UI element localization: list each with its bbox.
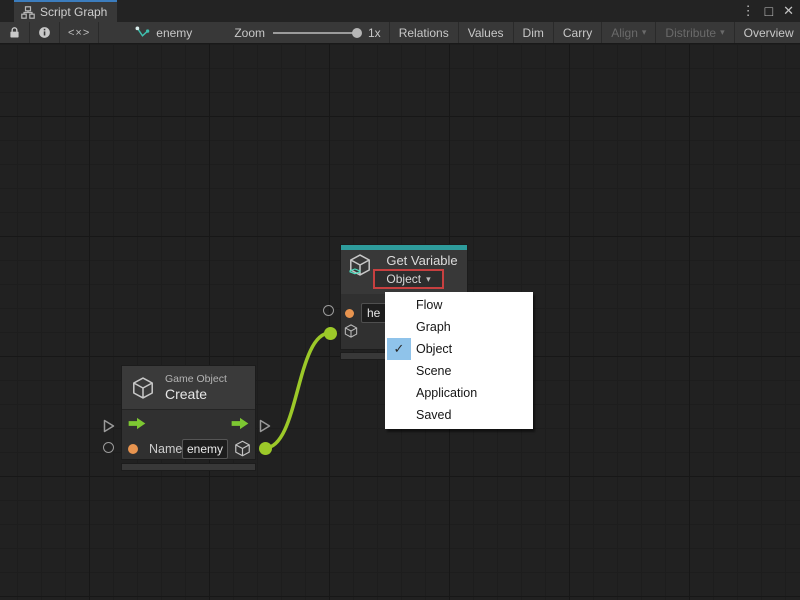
check-cell <box>387 360 411 382</box>
create-node-footer <box>121 463 256 471</box>
toolbar-buttons: Relations Values Dim Carry Align ▾ Distr… <box>389 22 800 43</box>
menu-item-application[interactable]: Application <box>385 382 533 404</box>
game-object-create-node[interactable]: Game Object Create Name <box>121 365 256 460</box>
graph-canvas[interactable]: <> Get Variable Object ▾ <box>0 44 800 600</box>
menu-item-saved[interactable]: Saved <box>385 404 533 426</box>
title-bar: Script Graph ⋮ □ ✕ <box>0 0 800 22</box>
scope-context-menu: Flow Graph ✓ Object Scene Application Sa… <box>385 292 533 429</box>
code-icon: <×> <box>68 27 90 39</box>
carry-button[interactable]: Carry <box>553 22 601 43</box>
lock-icon <box>8 26 21 39</box>
graph-toolbar: <×> enemy Zoom 1x Relations <box>0 22 800 44</box>
graph-ref-icon <box>135 26 150 39</box>
graph-ref-label: enemy <box>156 26 192 40</box>
flow-output-port[interactable] <box>259 419 271 433</box>
window-menu-icon[interactable]: ⋮ <box>742 0 755 22</box>
cube-icon <box>130 375 156 401</box>
chevron-down-icon: ▾ <box>426 274 431 285</box>
zoom-slider-thumb[interactable] <box>352 28 362 38</box>
values-button[interactable]: Values <box>458 22 513 43</box>
dim-button[interactable]: Dim <box>513 22 553 43</box>
variable-scope-dropdown[interactable]: Object ▾ <box>373 269 444 289</box>
menu-item-flow[interactable]: Flow <box>385 294 533 316</box>
node-title: Get Variable <box>379 253 465 268</box>
node-title: Create <box>165 386 207 402</box>
align-button: Align ▾ <box>601 22 655 43</box>
value-output-port-connected[interactable] <box>259 442 272 455</box>
flow-out-arrow-icon <box>230 417 250 430</box>
name-port-label: Name <box>149 442 182 456</box>
script-graph-window: Script Graph ⋮ □ ✕ <box>0 0 800 600</box>
chevron-down-icon: ▾ <box>642 27 647 38</box>
flow-in-arrow-icon <box>127 417 147 430</box>
tab-title: Script Graph <box>40 5 107 19</box>
cube-icon <box>343 323 359 339</box>
graph-hierarchy-icon <box>21 6 35 19</box>
distribute-button: Distribute ▾ <box>655 22 733 43</box>
check-cell <box>387 316 411 338</box>
info-button[interactable] <box>30 22 60 43</box>
name-value-input[interactable] <box>182 439 228 459</box>
code-badge-icon: <> <box>349 266 360 278</box>
object-input-port-connected[interactable] <box>324 327 337 340</box>
info-icon <box>38 26 51 39</box>
string-port-dot <box>128 444 138 454</box>
flow-input-port[interactable] <box>103 419 115 433</box>
zoom-control: Zoom 1x <box>226 22 388 43</box>
menu-item-object[interactable]: ✓ Object <box>385 338 533 360</box>
check-cell <box>387 294 411 316</box>
check-cell <box>387 382 411 404</box>
check-icon: ✓ <box>387 338 411 360</box>
close-icon[interactable]: ✕ <box>783 0 794 22</box>
name-input-port[interactable] <box>103 442 114 453</box>
menu-item-scene[interactable]: Scene <box>385 360 533 382</box>
relations-button[interactable]: Relations <box>389 22 458 43</box>
string-port-dot <box>345 309 354 318</box>
graph-reference[interactable]: enemy <box>127 22 200 43</box>
tab-script-graph[interactable]: Script Graph <box>14 0 117 22</box>
maximize-icon[interactable]: □ <box>765 0 773 22</box>
zoom-slider[interactable] <box>273 32 359 34</box>
code-preview-button[interactable]: <×> <box>60 22 99 43</box>
window-controls: ⋮ □ ✕ <box>742 0 794 22</box>
zoom-label: Zoom <box>234 26 265 40</box>
lock-button[interactable] <box>0 22 30 43</box>
check-cell <box>387 404 411 426</box>
node-category: Game Object <box>165 373 227 385</box>
overview-button[interactable]: Overview <box>734 22 800 43</box>
chevron-down-icon: ▾ <box>720 27 725 38</box>
zoom-value: 1x <box>368 26 381 40</box>
name-input-port[interactable] <box>323 305 334 316</box>
scope-value: Object <box>386 272 421 286</box>
menu-item-graph[interactable]: Graph <box>385 316 533 338</box>
cube-icon <box>233 439 252 458</box>
